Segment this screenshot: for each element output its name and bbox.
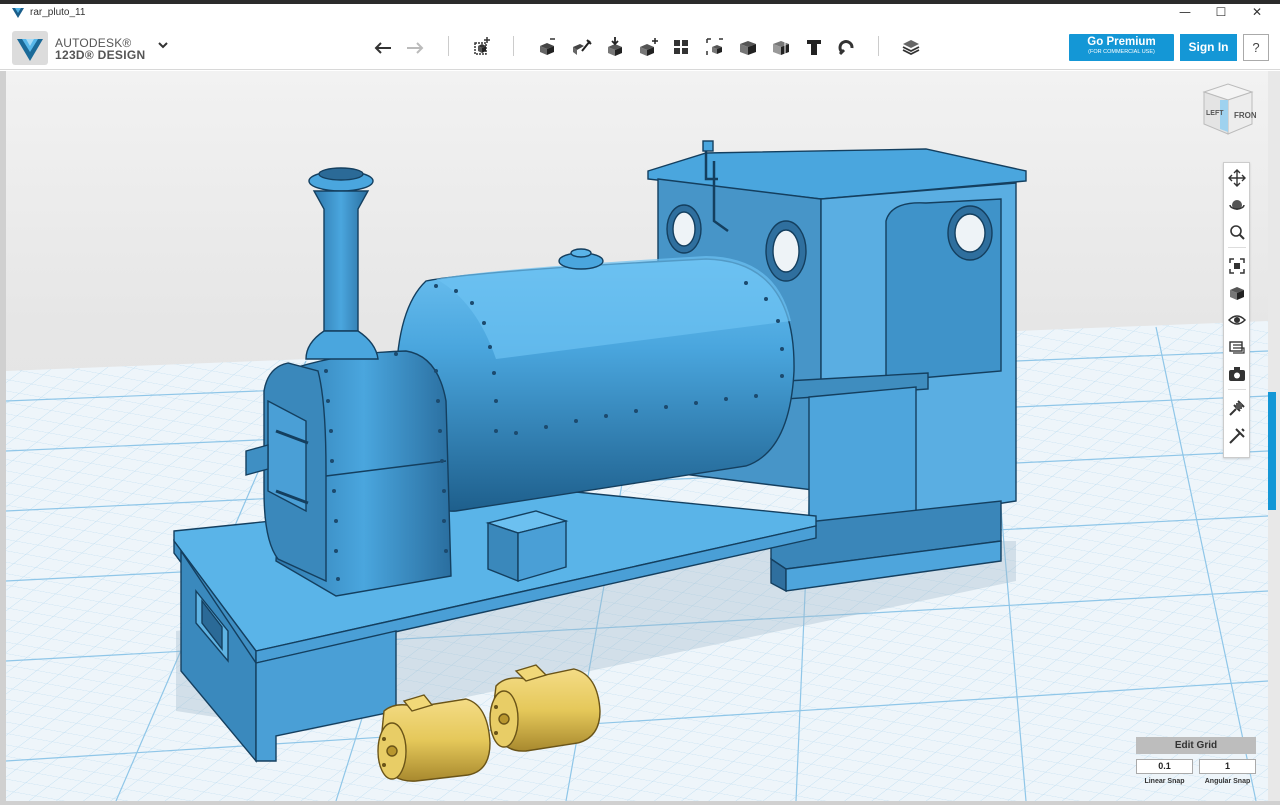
sign-in-button[interactable]: Sign In — [1180, 34, 1237, 61]
snap-icon[interactable] — [769, 35, 793, 59]
toolbar-divider — [878, 36, 879, 56]
edit-grid-button[interactable]: Edit Grid — [1136, 737, 1256, 754]
nav-divider — [1228, 389, 1246, 390]
visibility-icon[interactable] — [1228, 311, 1246, 329]
primitives-icon[interactable] — [470, 35, 494, 59]
orbit-icon[interactable] — [1228, 196, 1246, 214]
construct-icon[interactable] — [569, 35, 593, 59]
go-premium-button[interactable]: Go Premium (FOR COMMERCIAL USE) — [1069, 34, 1174, 61]
window-title: rar_pluto_11 — [30, 7, 86, 18]
side-panel-tab[interactable] — [1268, 392, 1276, 510]
fit-icon[interactable] — [1228, 257, 1246, 275]
edit-grid-panel: Edit Grid 0.1 1 Linear Snap Angular Snap — [1136, 737, 1256, 793]
brush-icon[interactable] — [1228, 427, 1246, 445]
modify-icon[interactable] — [603, 35, 627, 59]
linear-snap-input[interactable]: 0.1 — [1136, 759, 1193, 774]
materials-outline-icon[interactable] — [1228, 338, 1246, 356]
chevron-down-icon[interactable] — [157, 40, 169, 50]
materials-icon[interactable] — [899, 35, 923, 59]
title-bar: rar_pluto_11 — ☐ ✕ — [0, 4, 1280, 24]
snap-tool-icon[interactable] — [1228, 399, 1246, 417]
nav-divider — [1228, 247, 1246, 248]
3d-viewport[interactable] — [6, 71, 1268, 801]
combine-icon[interactable] — [703, 35, 727, 59]
sketch-icon[interactable] — [535, 35, 559, 59]
viewcube-front-label: FRONT — [1234, 111, 1256, 120]
measure-icon[interactable] — [736, 35, 760, 59]
app-logo-icon — [12, 8, 24, 18]
go-premium-sublabel: (FOR COMMERCIAL USE) — [1088, 49, 1155, 55]
smokebox-model — [245, 350, 452, 597]
linear-snap-label: Linear Snap — [1144, 778, 1185, 785]
window-bottom-border — [0, 801, 1280, 805]
angular-snap-label: Angular Snap — [1204, 778, 1251, 785]
sandbox-model — [485, 510, 569, 583]
pattern-icon[interactable] — [636, 35, 660, 59]
magnet-icon[interactable] — [835, 35, 859, 59]
minimize-button[interactable]: — — [1167, 4, 1203, 22]
views-icon[interactable] — [1228, 284, 1246, 302]
brand-line2: 123D® DESIGN — [55, 48, 146, 62]
maximize-button[interactable]: ☐ — [1203, 4, 1239, 22]
text-icon[interactable] — [802, 35, 826, 59]
angular-snap-input[interactable]: 1 — [1199, 759, 1256, 774]
viewcube[interactable]: FRONT LEFT — [1198, 78, 1256, 140]
navigation-bar — [1223, 162, 1250, 458]
redo-icon[interactable] — [403, 35, 427, 59]
motor-part-1 — [377, 694, 491, 782]
viewcube-left-label: LEFT — [1206, 110, 1224, 117]
pan-icon[interactable] — [1228, 169, 1246, 187]
toolbar-divider — [513, 36, 514, 56]
workplane-scene[interactable] — [6, 71, 1268, 801]
help-button[interactable]: ? — [1243, 34, 1269, 61]
autodesk-logo-icon[interactable] — [12, 31, 48, 65]
app-window: rar_pluto_11 — ☐ ✕ AUTODESK® 123D® DESIG… — [0, 0, 1280, 805]
grouping-icon[interactable] — [669, 35, 693, 59]
undo-icon[interactable] — [371, 35, 395, 59]
close-button[interactable]: ✕ — [1239, 4, 1275, 22]
screenshot-icon[interactable] — [1228, 365, 1246, 383]
zoom-icon[interactable] — [1228, 223, 1246, 241]
toolbar-divider — [448, 36, 449, 56]
go-premium-label: Go Premium — [1087, 36, 1156, 48]
main-toolbar: AUTODESK® 123D® DESIGN Go Premium (FOR C… — [0, 24, 1280, 70]
